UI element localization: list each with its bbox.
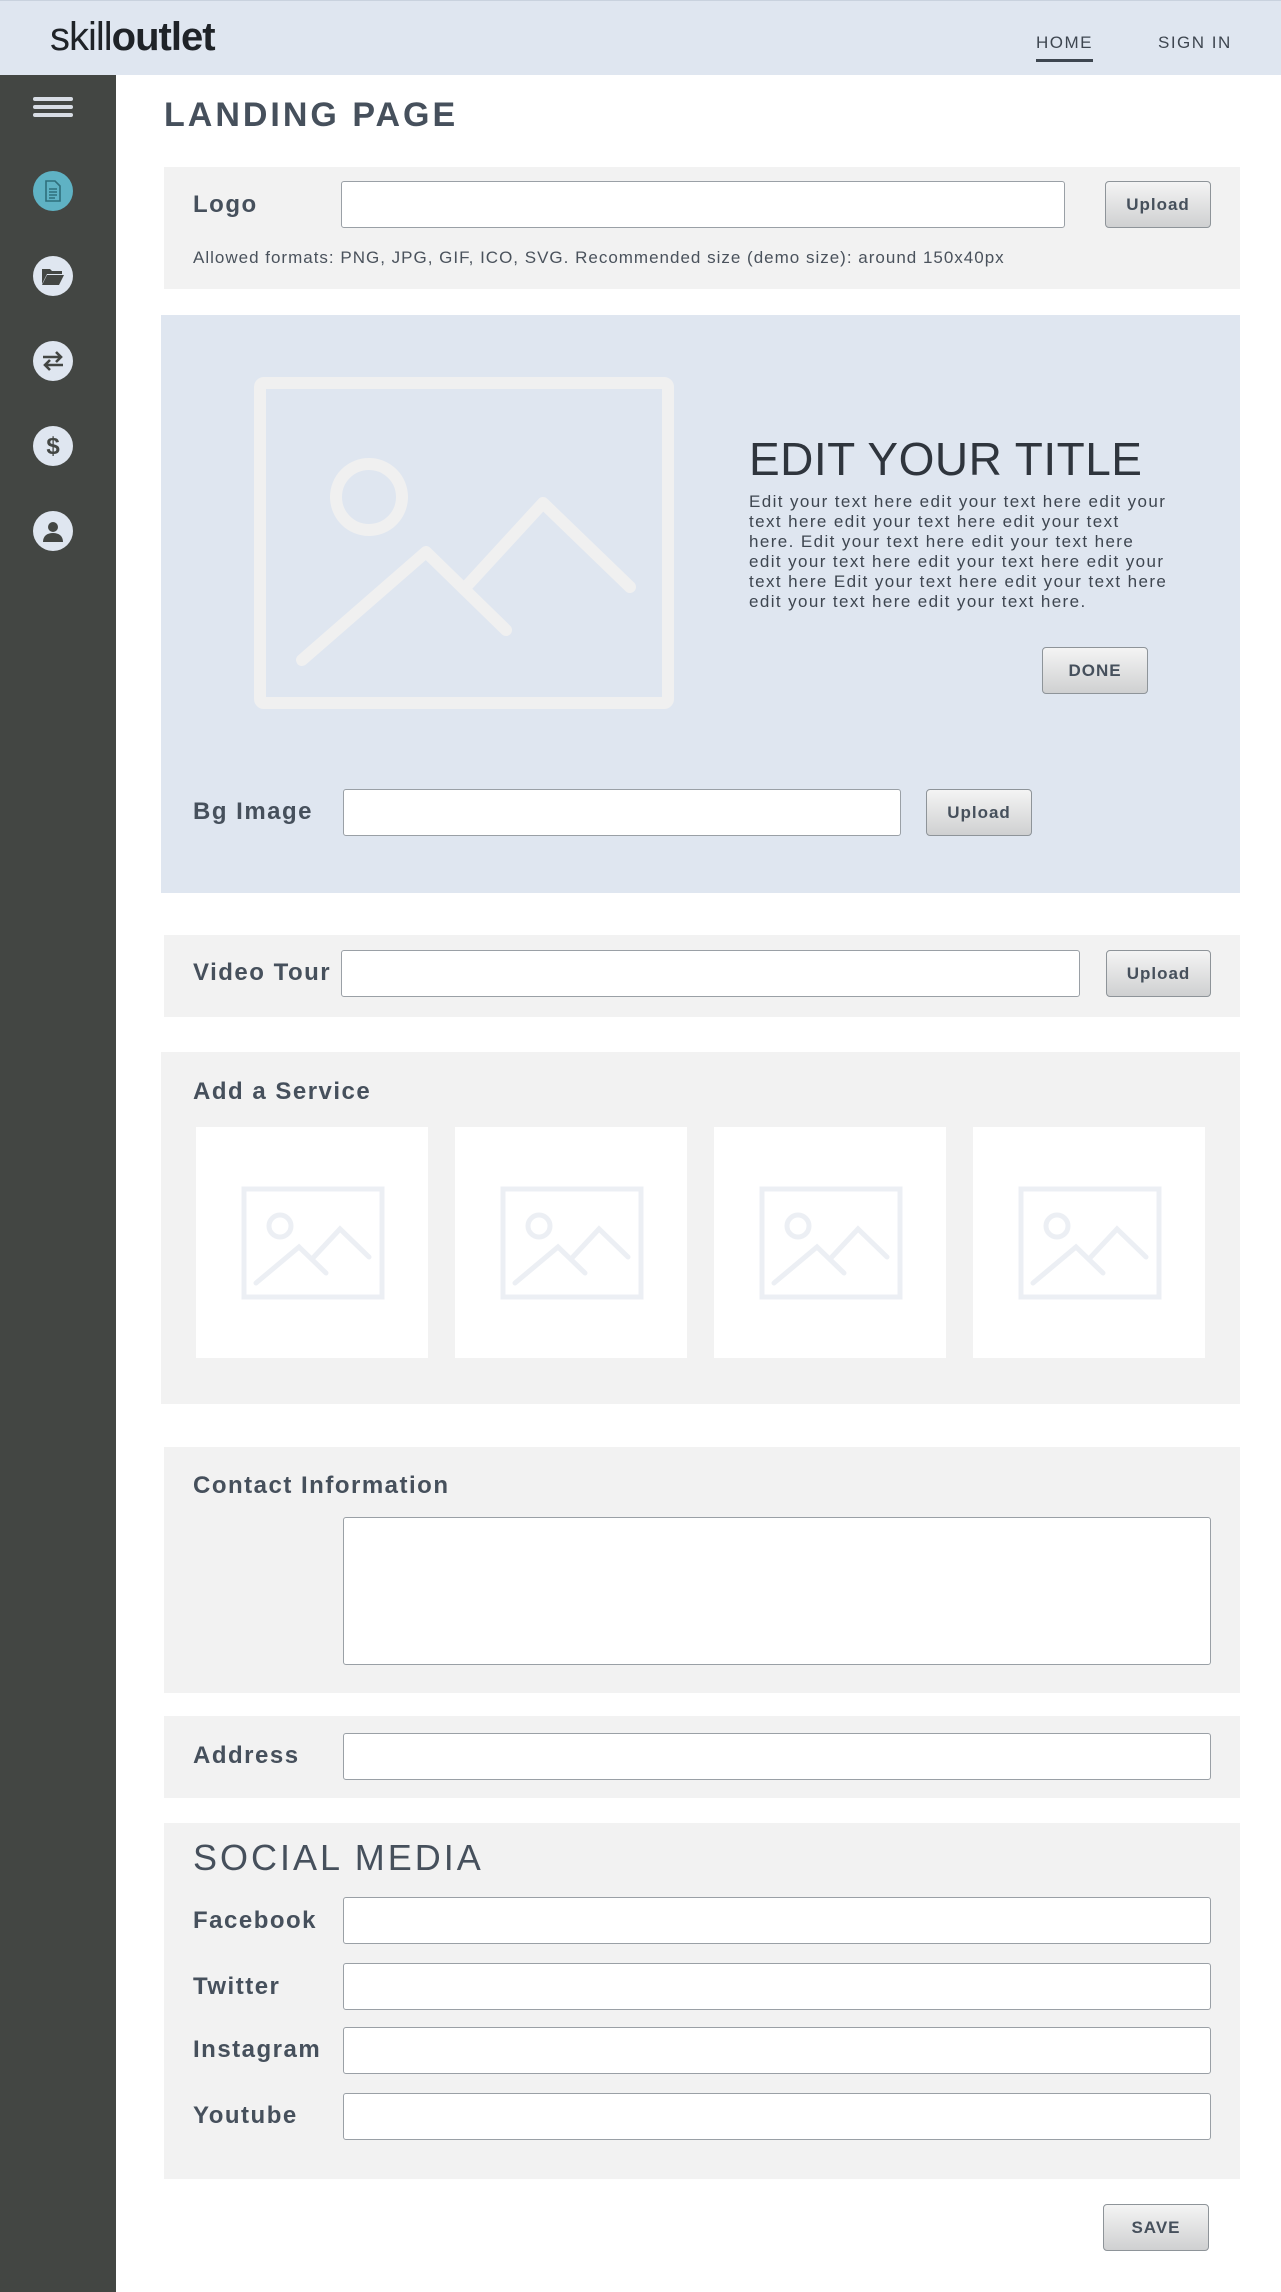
hero-title[interactable]: EDIT YOUR TITLE [749, 432, 1143, 486]
address-label: Address [193, 1742, 300, 1769]
sidebar-item-profile[interactable] [33, 511, 73, 551]
video-tour-upload-button[interactable]: Upload [1106, 950, 1211, 997]
hero-body-text[interactable]: Edit your text here edit your text here … [749, 492, 1169, 612]
service-card[interactable] [973, 1127, 1205, 1358]
sidebar-item-transfer[interactable] [33, 341, 73, 381]
brand-light: skill [50, 15, 113, 59]
hamburger-menu-icon[interactable] [33, 97, 73, 119]
brand-bold: outlet [111, 15, 216, 59]
brand-logo[interactable]: skilloutlet [50, 13, 216, 61]
logo-upload-button[interactable]: Upload [1105, 181, 1211, 228]
logo-input[interactable] [341, 181, 1065, 228]
facebook-input[interactable] [343, 1897, 1211, 1944]
twitter-label: Twitter [193, 1973, 281, 2000]
bg-image-input[interactable] [343, 789, 901, 836]
video-tour-label: Video Tour [193, 959, 332, 986]
document-icon [45, 180, 61, 202]
sidebar: $ [0, 75, 116, 2292]
image-placeholder-icon [500, 1186, 644, 1300]
sidebar-item-folder[interactable] [33, 256, 73, 296]
youtube-input[interactable] [343, 2093, 1211, 2140]
bg-image-upload-button[interactable]: Upload [926, 789, 1032, 836]
transfer-icon [43, 351, 63, 371]
folder-icon [42, 269, 64, 285]
nav-sign-in[interactable]: SIGN IN [1158, 33, 1232, 53]
logo-label: Logo [193, 191, 258, 218]
address-input[interactable] [343, 1733, 1211, 1780]
social-media-title: SOCIAL MEDIA [193, 1837, 484, 1878]
sidebar-item-billing[interactable]: $ [33, 426, 73, 466]
service-card[interactable] [455, 1127, 687, 1358]
done-button[interactable]: DONE [1042, 647, 1148, 694]
page-title: LANDING PAGE [164, 96, 459, 134]
sidebar-item-document[interactable] [33, 171, 73, 211]
facebook-label: Facebook [193, 1907, 318, 1934]
dollar-icon: $ [46, 433, 60, 459]
nav-home[interactable]: HOME [1036, 33, 1093, 62]
service-card[interactable] [196, 1127, 428, 1358]
svg-text:$: $ [46, 433, 60, 459]
hero-image-placeholder-icon[interactable] [254, 377, 674, 709]
contact-label: Contact Information [193, 1472, 450, 1499]
instagram-input[interactable] [343, 2027, 1211, 2074]
top-bar: skilloutlet HOME SIGN IN [0, 0, 1281, 75]
twitter-input[interactable] [343, 1963, 1211, 2010]
youtube-label: Youtube [193, 2102, 298, 2129]
image-placeholder-icon [1018, 1186, 1162, 1300]
add-service-label: Add a Service [193, 1078, 372, 1105]
image-placeholder-icon [759, 1186, 903, 1300]
service-card[interactable] [714, 1127, 946, 1358]
contact-textarea[interactable] [343, 1517, 1211, 1665]
save-button[interactable]: SAVE [1103, 2204, 1209, 2251]
image-placeholder-icon [241, 1186, 385, 1300]
video-tour-input[interactable] [341, 950, 1080, 997]
user-icon [43, 522, 63, 542]
logo-format-hint: Allowed formats: PNG, JPG, GIF, ICO, SVG… [193, 248, 1005, 267]
instagram-label: Instagram [193, 2036, 322, 2063]
bg-image-label: Bg Image [193, 798, 314, 825]
